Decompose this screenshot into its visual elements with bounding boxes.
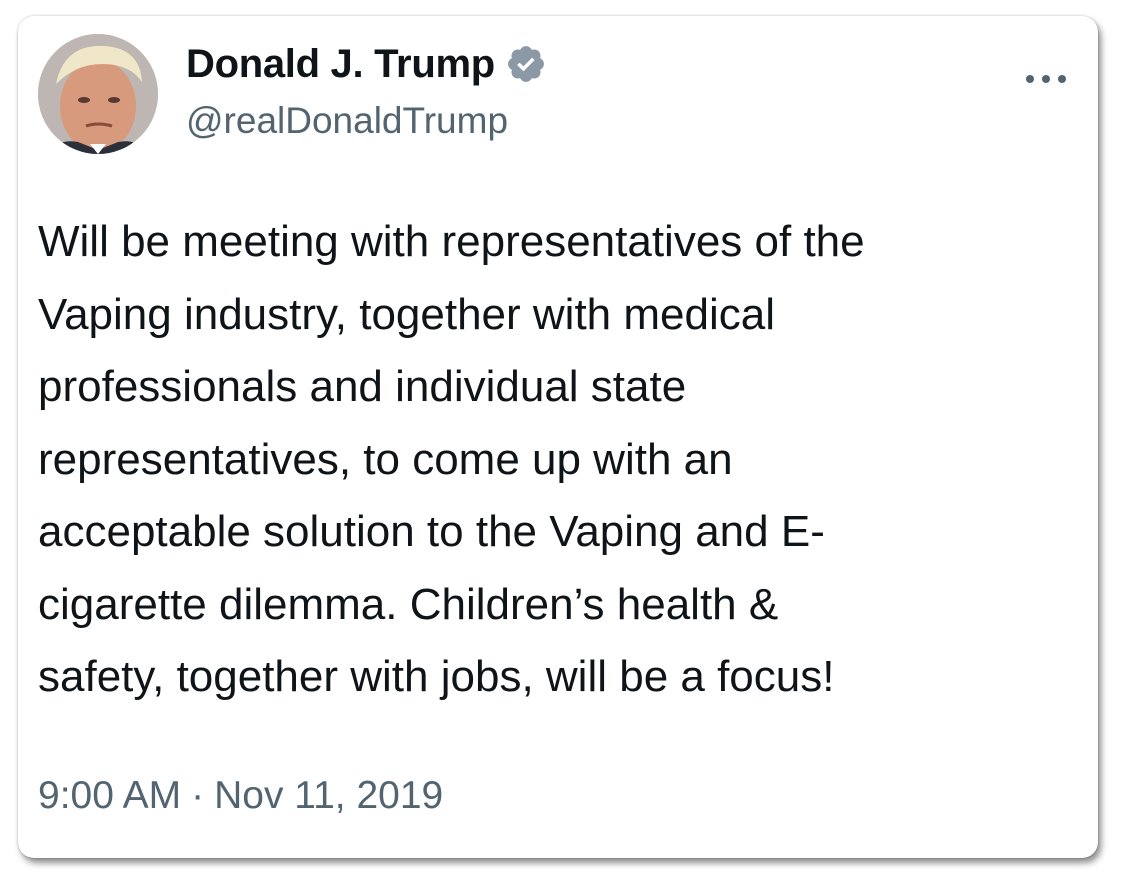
avatar[interactable] — [38, 34, 158, 154]
timestamp-separator: · — [191, 774, 205, 817]
author-name[interactable]: Donald J. Trump — [186, 42, 495, 87]
avatar-portrait-image — [38, 34, 158, 154]
more-horizontal-icon[interactable] — [1016, 64, 1076, 94]
author-handle[interactable]: @realDonaldTrump — [186, 100, 508, 142]
tweet-card: Donald J. Trump @realDonaldTrump Will be… — [18, 16, 1098, 858]
tweet-time: 9:00 AM — [38, 774, 182, 817]
tweet-date: Nov 11, 2019 — [214, 774, 444, 817]
tweet-timestamp[interactable]: 9:00 AM · Nov 11, 2019 — [38, 774, 443, 818]
verified-badge-icon[interactable] — [505, 43, 547, 85]
author-row: Donald J. Trump — [186, 38, 547, 90]
tweet-text: Will be meeting with representatives of … — [38, 217, 865, 701]
